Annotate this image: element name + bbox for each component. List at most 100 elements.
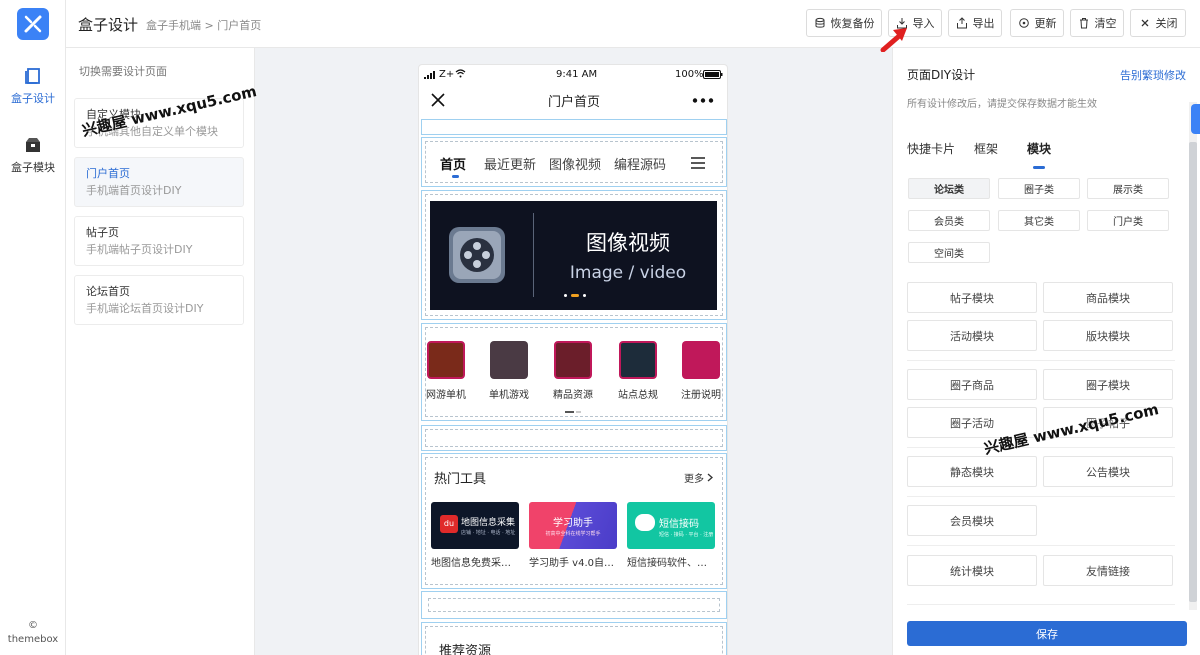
icon-entry[interactable]: 精品资源: [543, 341, 603, 401]
panel-scrollbar[interactable]: [1189, 102, 1197, 610]
page-card-post[interactable]: 帖子页 手机端帖子页设计DIY: [74, 216, 244, 266]
save-button[interactable]: 保存: [907, 621, 1187, 646]
tool-thumb: du 地图信息采集 店铺 · 地址 · 电话 · 地址: [431, 502, 519, 549]
more-link[interactable]: 更多: [684, 470, 714, 485]
category-other[interactable]: 其它类: [998, 210, 1080, 231]
divider: [907, 447, 1175, 448]
page-card-sub: 手机端帖子页设计DIY: [86, 243, 193, 256]
page-card-forum[interactable]: 论坛首页 手机端论坛首页设计DIY: [74, 275, 244, 325]
module-board[interactable]: 版块模块: [1043, 320, 1173, 351]
empty-block[interactable]: [421, 425, 727, 451]
restore-backup-button[interactable]: 恢复备份: [806, 9, 882, 37]
tool-caption: 地图信息免费采…: [431, 558, 511, 569]
more-label: 更多: [684, 474, 704, 485]
chat-bubble-icon: [635, 514, 655, 531]
update-button[interactable]: 更新: [1010, 9, 1064, 37]
tabs-block[interactable]: 首页 最近更新 图像视频 编程源码: [421, 137, 727, 187]
banner-title: 图像视频: [586, 231, 670, 255]
more-icon[interactable]: [692, 98, 714, 103]
category-display[interactable]: 展示类: [1087, 178, 1169, 199]
tool-thumb-text: 短信接码: [659, 519, 699, 530]
icon-label: 精品资源: [553, 390, 593, 401]
module-links[interactable]: 友情链接: [1043, 555, 1173, 586]
module-notice[interactable]: 公告模块: [1043, 456, 1173, 487]
panel-subtitle: 所有设计修改后，请提交保存数据才能生效: [907, 99, 1097, 110]
tab-home[interactable]: 首页: [440, 154, 466, 173]
export-icon: [956, 17, 967, 29]
breadcrumb: 盒子手机端 > 门户首页: [146, 19, 262, 32]
icon-entry[interactable]: 注册说明: [671, 341, 727, 401]
category-circle[interactable]: 圈子类: [998, 178, 1080, 199]
banner-dots: [564, 294, 586, 297]
category-portal[interactable]: 门户类: [1087, 210, 1169, 231]
chevron-right-icon: [707, 473, 714, 482]
module-static[interactable]: 静态模块: [907, 456, 1037, 487]
rail-item-label: 盒子设计: [11, 92, 55, 105]
module-activity[interactable]: 活动模块: [907, 320, 1037, 351]
battery-text: 100%: [675, 69, 704, 80]
module-goods[interactable]: 商品模块: [1043, 282, 1173, 313]
page-card-sub: 手机端论坛首页设计DIY: [86, 302, 204, 315]
tab-video[interactable]: 图像视频: [549, 154, 601, 173]
baidu-icon: du: [440, 515, 458, 533]
section-title: 热门工具: [434, 472, 487, 487]
phone-title: 门户首页: [547, 95, 600, 110]
icon-label: 站点总规: [618, 390, 658, 401]
rail-item-design[interactable]: 盒子设计: [0, 66, 66, 106]
button-label: 导出: [972, 17, 995, 30]
module-circle-goods[interactable]: 圈子商品: [907, 369, 1037, 400]
button-label: 关闭: [1155, 17, 1178, 30]
tab-frame[interactable]: 框架: [974, 140, 998, 157]
tab-quick-cards[interactable]: 快捷卡片: [907, 140, 955, 157]
tab-indicator: [1033, 166, 1045, 169]
tool-card[interactable]: 短信接码 短信 · 接码 · 平台 · 注册 短信接码软件、…: [627, 502, 715, 569]
side-handle[interactable]: [1191, 104, 1200, 134]
banner[interactable]: 图像视频 Image / video: [430, 201, 717, 310]
module-member[interactable]: 会员模块: [907, 505, 1037, 536]
icon-entry[interactable]: 网游单机: [419, 341, 476, 401]
rail-item-label: 盒子模块: [11, 161, 55, 174]
battery-icon: [703, 70, 723, 79]
empty-block[interactable]: [421, 119, 727, 135]
design-panel: 页面DIY设计 告别繁琐修改 所有设计修改后，请提交保存数据才能生效 快捷卡片 …: [892, 48, 1200, 655]
category-forum[interactable]: 论坛类: [908, 178, 990, 199]
empty-block[interactable]: [421, 591, 727, 619]
phone-nav-bar: 门户首页: [419, 85, 727, 117]
category-space[interactable]: 空间类: [908, 242, 990, 263]
button-label: 导入: [912, 17, 935, 30]
page-card-title: 论坛首页: [86, 285, 130, 298]
app-logo[interactable]: [17, 8, 49, 40]
box-icon: [26, 138, 40, 152]
copyright-icon: ©: [28, 620, 38, 631]
status-bar: Z+ 9:41 AM 100%: [419, 65, 727, 85]
menu-icon[interactable]: [691, 157, 705, 169]
export-button[interactable]: 导出: [948, 9, 1002, 37]
database-icon: [815, 17, 824, 28]
icon-label: 注册说明: [681, 390, 721, 401]
clear-button[interactable]: 清空: [1070, 9, 1124, 37]
tool-thumb-subtext: 短信 · 接码 · 平台 · 注册: [659, 532, 714, 538]
block-inner: [425, 429, 723, 447]
page-card-title: 门户首页: [86, 167, 130, 180]
clock-text: 9:41 AM: [556, 69, 598, 80]
tab-latest[interactable]: 最近更新: [484, 154, 536, 173]
module-circle[interactable]: 圈子模块: [1043, 369, 1173, 400]
tab-code[interactable]: 编程源码: [614, 154, 666, 173]
rail-item-modules[interactable]: 盒子模块: [0, 135, 66, 175]
icon-label: 单机游戏: [489, 390, 529, 401]
module-posts[interactable]: 帖子模块: [907, 282, 1037, 313]
wifi-icon: [455, 69, 466, 78]
close-button[interactable]: 关闭: [1130, 9, 1186, 37]
scrollbar-thumb[interactable]: [1189, 142, 1197, 602]
category-member[interactable]: 会员类: [908, 210, 990, 231]
icon-entry[interactable]: 单机游戏: [479, 341, 539, 401]
page-card-portal[interactable]: 门户首页 手机端首页设计DIY: [74, 157, 244, 207]
tool-card[interactable]: 学习助手 初高中全科在线学习帮手 学习助手 v4.0自…: [529, 502, 617, 569]
recommend-block[interactable]: 推荐资源: [421, 622, 727, 655]
tab-modules[interactable]: 模块: [1027, 140, 1051, 157]
gamepad-icon: [490, 341, 528, 379]
module-stats[interactable]: 统计模块: [907, 555, 1037, 586]
icon-entry[interactable]: 站点总规: [608, 341, 668, 401]
tool-card[interactable]: du 地图信息采集 店铺 · 地址 · 电话 · 地址 地图信息免费采…: [431, 502, 519, 569]
panel-link[interactable]: 告别繁琐修改: [1120, 67, 1186, 83]
